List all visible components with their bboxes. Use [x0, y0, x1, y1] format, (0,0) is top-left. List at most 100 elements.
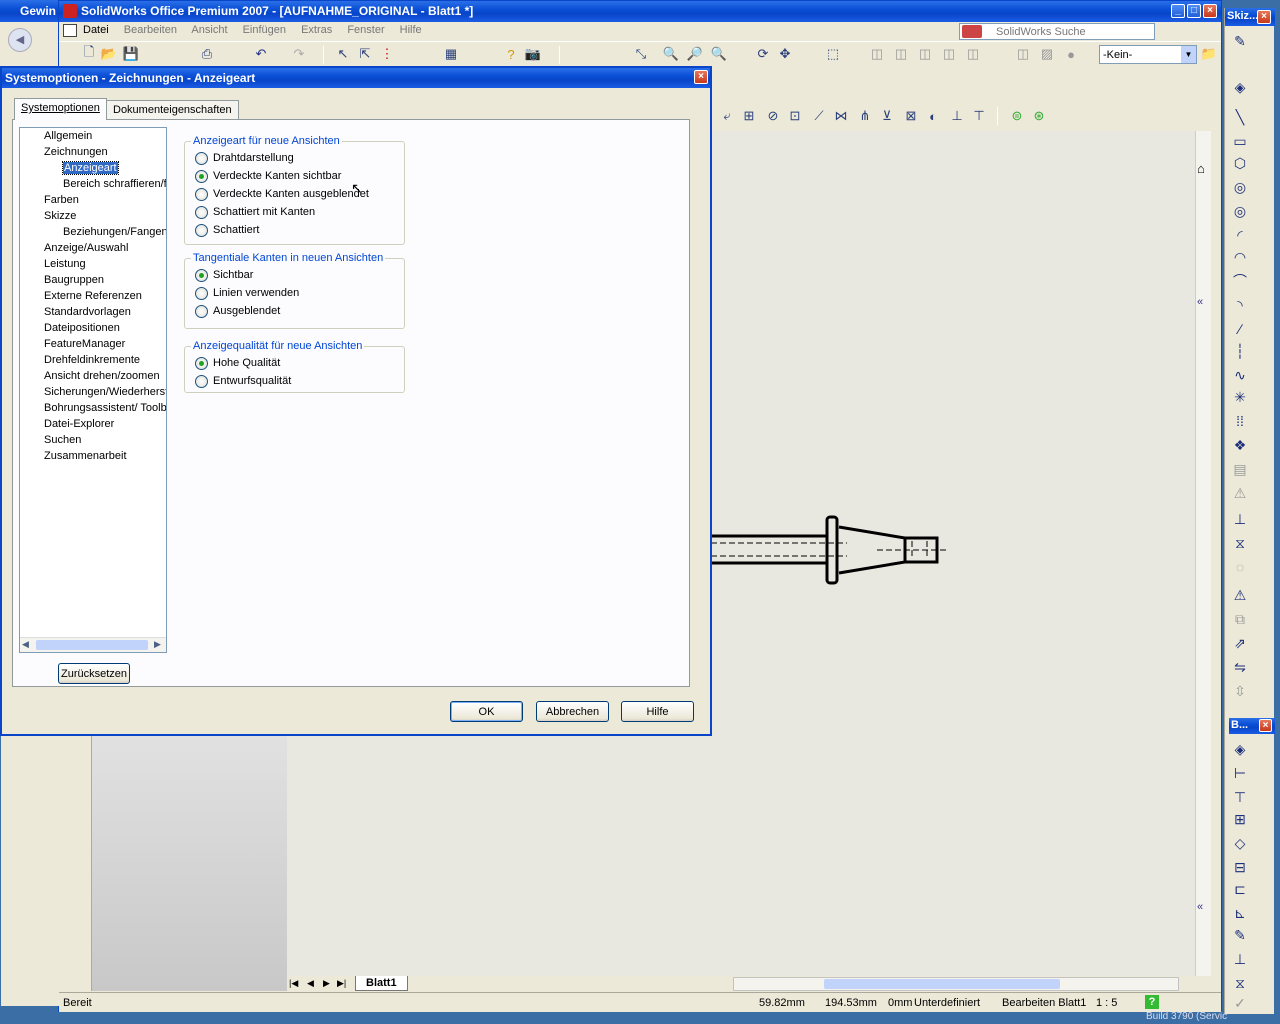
ellipse-icon[interactable]: ◝ [1231, 296, 1249, 314]
radio-schattiert-mit-kanten[interactable]: Schattiert mit Kanten [195, 204, 315, 220]
save-icon[interactable]: 💾 [123, 46, 139, 62]
3pt-arc-icon[interactable]: ⌒ [1231, 272, 1249, 290]
annotation-icon-13[interactable]: ⊜ [1009, 108, 1025, 124]
drawing-horizontal-scrollbar[interactable] [733, 977, 1179, 991]
vertical-dim-icon[interactable]: ⊤ [1231, 788, 1249, 806]
tree-item[interactable]: Baugruppen [44, 274, 104, 286]
menu-bearbeiten[interactable]: Bearbeiten [124, 24, 177, 36]
pan-icon[interactable]: ✥ [777, 46, 793, 62]
trim-icon[interactable]: ◌ [1231, 558, 1249, 576]
menu-ansicht[interactable]: Ansicht [191, 24, 227, 36]
copy-icon[interactable]: ⧉ [1231, 610, 1249, 628]
tree-item[interactable]: Anzeige/Auswahl [44, 242, 128, 254]
tree-item[interactable]: Suchen [44, 434, 81, 446]
smart-dim-icon[interactable]: ◈ [1231, 740, 1249, 758]
menu-fenster[interactable]: Fenster [347, 24, 384, 36]
first-sheet-icon[interactable]: |◀ [289, 978, 298, 989]
zoom-inout-icon[interactable]: 🔍 [711, 46, 727, 62]
tree-item[interactable]: Farben [44, 194, 79, 206]
annotation-icon-3[interactable]: ⊘ [765, 108, 781, 124]
rotate-icon[interactable]: ⟳ [755, 46, 771, 62]
folder-icon[interactable]: 📁 [1201, 46, 1217, 62]
radio-sichtbar[interactable]: Sichtbar [195, 267, 253, 283]
datum-icon[interactable]: ⊥ [1231, 950, 1249, 968]
select-filter-icon[interactable]: ⇱ [357, 46, 373, 62]
home-icon[interactable]: ⌂ [1197, 161, 1205, 176]
perimeter-circle-icon[interactable]: ◎ [1231, 202, 1249, 220]
open-file-icon[interactable]: 📂 [101, 46, 117, 62]
print-icon[interactable]: ⎙ [199, 46, 215, 62]
next-sheet-icon[interactable]: ▶ [323, 978, 330, 989]
annotation-icon-12[interactable]: ⊤ [971, 108, 987, 124]
ordinate-dim-icon[interactable]: ⊞ [1231, 810, 1249, 828]
radio-verdeckte-kanten-sichtbar[interactable]: Verdeckte Kanten sichtbar [195, 168, 341, 184]
view-cube4-icon[interactable]: ◫ [941, 46, 957, 62]
polygon-icon[interactable]: ⬡ [1231, 154, 1249, 172]
view-cube3-icon[interactable]: ◫ [917, 46, 933, 62]
radio-verdeckte-kanten-ausgeblendet[interactable]: Verdeckte Kanten ausgeblendet [195, 186, 369, 202]
annotation-icon-4[interactable]: ⊡ [787, 108, 803, 124]
radio-hohe-qualitaet[interactable]: Hohe Qualität [195, 355, 280, 371]
annotation-icon-6[interactable]: ⋈ [833, 108, 849, 124]
parabola-icon[interactable]: ∕ [1231, 320, 1249, 338]
zoom-fit-icon[interactable]: 🔍 [663, 46, 679, 62]
maximize-button[interactable]: □ [1187, 4, 1201, 18]
last-sheet-icon[interactable]: ▶| [337, 978, 346, 989]
sphere-icon[interactable]: ● [1063, 46, 1079, 62]
tree-horizontal-scrollbar[interactable]: ◀ ▶ [20, 637, 166, 652]
view-cube2-icon[interactable]: ◫ [893, 46, 909, 62]
chamfer-dim-icon[interactable]: ◇ [1231, 834, 1249, 852]
mirror-icon[interactable]: ⧖ [1231, 534, 1249, 552]
undo-icon[interactable]: ↶ [253, 46, 269, 62]
annotation-palette-close-button[interactable]: × [1259, 719, 1272, 732]
rectangle-icon[interactable]: ▭ [1231, 132, 1249, 150]
menu-hilfe[interactable]: Hilfe [400, 24, 422, 36]
tree-item[interactable]: Skizze [44, 210, 76, 222]
radio-ausgeblendet[interactable]: Ausgeblendet [195, 303, 280, 319]
tree-item[interactable]: Leistung [44, 258, 86, 270]
redo-icon[interactable]: ↷ [291, 46, 307, 62]
sketch-palette-close-button[interactable]: × [1257, 10, 1271, 24]
drawing-vertical-scrollbar[interactable]: ⌂ « « [1195, 131, 1211, 976]
tree-item[interactable]: Dateipositionen [44, 322, 120, 334]
linear-pattern-icon[interactable]: ⁞⁞ [1231, 412, 1249, 430]
menu-extras[interactable]: Extras [301, 24, 332, 36]
select-icon[interactable]: ↖ [335, 46, 351, 62]
tree-item[interactable]: Drehfeldinkremente [44, 354, 140, 366]
surface-icon[interactable]: ✓ [1231, 994, 1249, 1012]
tree-item[interactable]: Datei-Explorer [44, 418, 114, 430]
tree-item[interactable]: Externe Referenzen [44, 290, 142, 302]
scale-icon[interactable]: ⇋ [1231, 658, 1249, 676]
scroll-right-icon[interactable]: ▶ [154, 639, 161, 650]
circular-pattern-icon[interactable]: ❖ [1231, 436, 1249, 454]
cancel-button[interactable]: Abbrechen [536, 701, 609, 722]
tolerance-icon[interactable]: ⧖ [1231, 974, 1249, 992]
offset-icon[interactable]: ▤ [1231, 460, 1249, 478]
centerline-icon[interactable]: ┆ [1231, 342, 1249, 360]
annotation-icon-10[interactable]: ◐ [925, 108, 941, 124]
help-button[interactable]: Hilfe [621, 701, 694, 722]
anchor-icon[interactable]: ⊥ [1231, 510, 1249, 528]
tree-item[interactable]: Anzeigeart [62, 161, 119, 175]
tab-dokumenteigenschaften[interactable]: Dokumenteigenschaften [106, 100, 239, 120]
radio-linien-verwenden[interactable]: Linien verwenden [195, 285, 299, 301]
baseline-dim-icon[interactable]: ⊟ [1231, 858, 1249, 876]
annotation-icon-5[interactable]: ⟋ [811, 108, 827, 124]
radio-schattiert[interactable]: Schattiert [195, 222, 259, 238]
angle-dim-icon[interactable]: ⊾ [1231, 904, 1249, 922]
tab-systemoptionen[interactable]: Systemoptionen [14, 98, 107, 120]
warning-icon[interactable]: ⚠ [1231, 484, 1249, 502]
config-select[interactable]: -Kein- ▼ [1099, 45, 1197, 64]
circle-icon[interactable]: ◎ [1231, 178, 1249, 196]
move-icon[interactable]: ⇗ [1231, 634, 1249, 652]
new-file-icon[interactable]: 🗋 [81, 44, 97, 62]
arc-icon[interactable]: ◜ [1231, 226, 1249, 244]
tree-item[interactable]: Bohrungsassistent/ Toolb [44, 402, 166, 414]
tree-item[interactable]: FeatureManager [44, 338, 125, 350]
dimension-icon[interactable]: ◈ [1231, 78, 1249, 96]
options-tree[interactable]: Allgemein Zeichnungen Anzeigeart Bereich sc… [19, 127, 167, 653]
status-help-icon[interactable]: ? [1145, 995, 1159, 1009]
radio-entwurfsqualitaet[interactable]: Entwurfsqualität [195, 373, 291, 389]
help-icon[interactable]: ? [503, 46, 519, 62]
tree-item[interactable]: Zeichnungen [44, 146, 108, 158]
